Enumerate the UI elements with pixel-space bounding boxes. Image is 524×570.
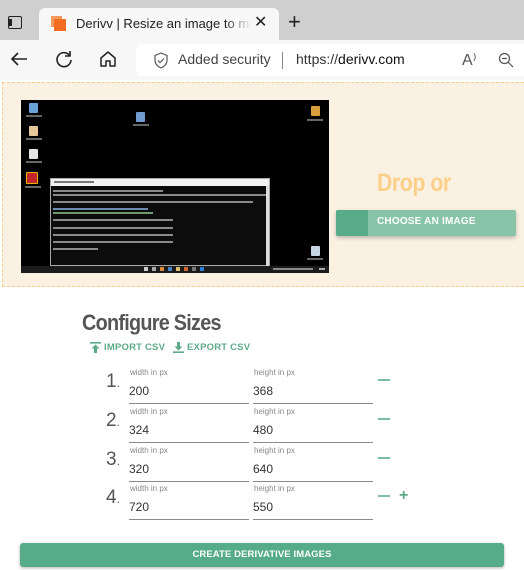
zoom-out-icon[interactable]: [498, 52, 514, 73]
row-number: 4.: [106, 487, 120, 508]
height-label: height in px: [254, 368, 295, 377]
image-preview: [21, 100, 329, 273]
width-input[interactable]: [129, 382, 247, 400]
desktop-icon: [26, 172, 38, 184]
height-field[interactable]: height in px: [253, 407, 373, 443]
upload-progress-bar: [336, 210, 369, 236]
width-input[interactable]: [129, 498, 247, 516]
back-icon[interactable]: [8, 48, 30, 70]
choose-image-button[interactable]: CHOOSE AN IMAGE: [336, 210, 516, 236]
derivv-favicon-icon: [51, 16, 66, 31]
download-icon: [173, 342, 184, 353]
image-drop-zone[interactable]: Drop or CHOOSE AN IMAGE: [2, 82, 524, 287]
recycle-bin-icon: [311, 246, 320, 256]
security-label[interactable]: Added security: [178, 51, 271, 67]
height-label: height in px: [254, 446, 295, 455]
width-field[interactable]: width in px: [129, 484, 249, 520]
export-csv-label: EXPORT CSV: [187, 342, 251, 353]
shield-check-icon[interactable]: [153, 52, 169, 74]
browser-toolbar: Added security https://derivv.com A⁾: [0, 40, 524, 80]
size-row: 2. width in px height in px: [106, 407, 406, 445]
size-row: 1. width in px height in px: [106, 368, 406, 406]
url-scheme: https://: [296, 51, 339, 67]
remove-size-button[interactable]: [378, 418, 390, 420]
create-derivative-images-button[interactable]: CREATE DERIVATIVE IMAGES: [20, 543, 504, 567]
export-csv-button[interactable]: EXPORT CSV: [173, 342, 250, 353]
home-icon[interactable]: [97, 48, 119, 70]
size-row: 3. width in px height in px: [106, 446, 406, 484]
add-size-button[interactable]: +: [399, 488, 408, 504]
height-input[interactable]: [253, 498, 371, 516]
desktop-icon: [29, 149, 38, 159]
height-field[interactable]: height in px: [253, 446, 373, 482]
width-input[interactable]: [129, 421, 247, 439]
height-input[interactable]: [253, 382, 371, 400]
row-number: 2.: [106, 410, 120, 431]
read-aloud-icon[interactable]: A⁾: [462, 50, 477, 70]
url-text[interactable]: https://derivv.com: [296, 51, 405, 67]
drop-prompt: Drop or: [377, 169, 451, 197]
import-csv-label: IMPORT CSV: [104, 342, 166, 353]
width-field[interactable]: width in px: [129, 446, 249, 482]
command-prompt-window: [50, 178, 270, 267]
row-number: 1.: [106, 371, 120, 392]
width-field[interactable]: width in px: [129, 407, 249, 443]
width-label: width in px: [130, 368, 168, 377]
address-bar[interactable]: Added security https://derivv.com A⁾: [136, 44, 524, 76]
width-label: width in px: [130, 484, 168, 493]
remove-size-button[interactable]: [378, 457, 390, 459]
row-number: 3.: [106, 449, 120, 470]
import-csv-button[interactable]: IMPORT CSV: [90, 342, 165, 353]
remove-size-button[interactable]: [378, 495, 390, 497]
tab-actions-icon[interactable]: [8, 16, 22, 29]
url-host: derivv.com: [338, 51, 405, 67]
desktop-icon: [311, 106, 320, 116]
height-field[interactable]: height in px: [253, 484, 373, 520]
refresh-icon[interactable]: [53, 48, 75, 70]
width-label: width in px: [130, 407, 168, 416]
close-tab-icon[interactable]: ✕: [254, 13, 267, 33]
size-row: 4. width in px height in px +: [106, 484, 408, 522]
height-field[interactable]: height in px: [253, 368, 373, 404]
browser-tab-strip: Derivv | Resize an image to multiple siz…: [0, 0, 524, 40]
new-tab-icon[interactable]: +: [288, 11, 301, 33]
taskbar: [21, 266, 329, 273]
width-field[interactable]: width in px: [129, 368, 249, 404]
height-label: height in px: [254, 407, 295, 416]
tab-title: Derivv | Resize an image to multiple siz…: [76, 16, 251, 31]
upload-icon: [90, 342, 101, 353]
width-label: width in px: [130, 446, 168, 455]
width-input[interactable]: [129, 460, 247, 478]
height-label: height in px: [254, 484, 295, 493]
choose-image-label: CHOOSE AN IMAGE: [377, 216, 476, 227]
height-input[interactable]: [253, 421, 371, 439]
configure-sizes-title: Configure Sizes: [82, 310, 222, 335]
desktop-icon: [29, 126, 38, 136]
remove-size-button[interactable]: [378, 379, 390, 381]
address-divider: [282, 52, 283, 69]
browser-tab-active[interactable]: Derivv | Resize an image to multiple siz…: [39, 8, 279, 40]
desktop-icon: [29, 103, 38, 113]
desktop-icon: [136, 112, 145, 122]
height-input[interactable]: [253, 460, 371, 478]
